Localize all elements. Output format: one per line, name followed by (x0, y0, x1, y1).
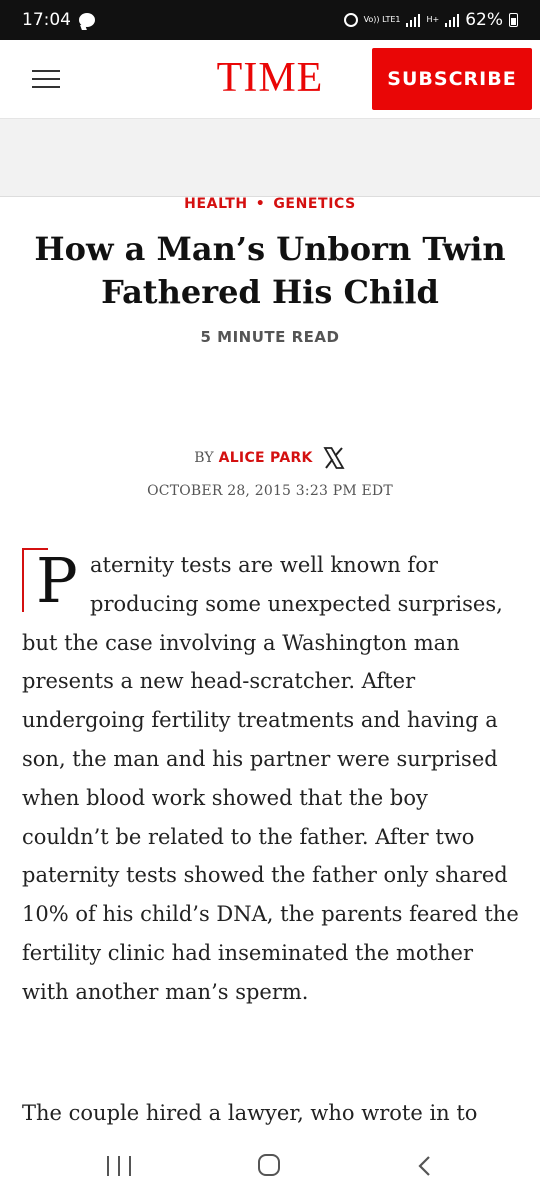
dropcap-letter: P (36, 544, 78, 617)
back-icon[interactable] (414, 1154, 438, 1178)
kicker-genetics-link[interactable]: GENETICS (273, 196, 356, 212)
ad-slot (0, 118, 540, 197)
kicker-health-link[interactable]: HEALTH (184, 196, 248, 212)
byline: BY ALICE PARK (0, 446, 540, 470)
status-icons: Vo)) LTE1 H+ 62% (343, 10, 518, 30)
article-kicker: HEALTH • GENETICS (0, 196, 540, 212)
author-link[interactable]: ALICE PARK (219, 450, 313, 466)
volte-indicator: Vo)) LTE1 (363, 15, 401, 24)
status-time: 17:04 (22, 10, 71, 30)
signal-2-icon (445, 13, 460, 27)
home-icon[interactable] (258, 1154, 280, 1176)
publish-date: OCTOBER 28, 2015 3:23 PM EDT (147, 483, 393, 499)
status-bar: 17:04 Vo)) LTE1 H+ 62% (0, 0, 540, 40)
hamburger-menu-icon[interactable] (32, 70, 60, 88)
x-logo-icon[interactable] (322, 446, 346, 470)
message-notification-icon (79, 13, 95, 27)
article-paragraph-1: Paternity tests are well known for produ… (22, 546, 520, 1012)
byline-by: BY (194, 450, 214, 466)
subscribe-button[interactable]: SUBSCRIBE (372, 48, 532, 110)
paragraph-1-text: aternity tests are well known for produc… (22, 553, 519, 1004)
article-paragraph-2: The couple hired a lawyer, who wrote in … (22, 1101, 478, 1125)
system-nav-bar (0, 1140, 540, 1200)
recents-icon[interactable] (107, 1156, 131, 1178)
kicker-separator: • (255, 196, 266, 212)
article-headline: How a Man’s Unborn Twin Fathered His Chi… (34, 230, 506, 311)
signal-1-icon (406, 13, 421, 27)
site-header: TIME SUBSCRIBE (0, 40, 540, 118)
read-time: 5 MINUTE READ (200, 328, 340, 346)
dropcap-frame: P (22, 548, 82, 612)
battery-icon (509, 13, 518, 27)
battery-percent: 62% (465, 10, 503, 30)
alarm-icon (343, 13, 358, 27)
network-type-indicator: H+ (426, 15, 440, 24)
